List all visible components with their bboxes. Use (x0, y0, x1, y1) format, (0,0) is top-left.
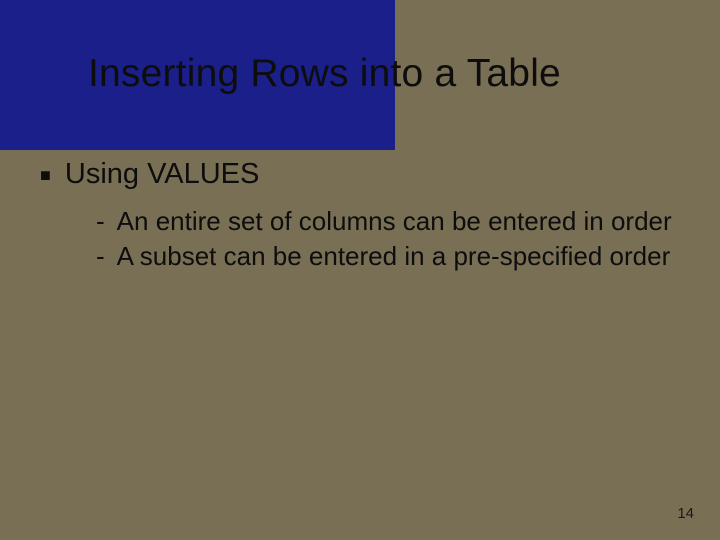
sub-bullet-item: - A subset can be entered in a pre-speci… (96, 240, 680, 273)
page-number: 14 (677, 505, 694, 522)
dash-bullet-icon: - (96, 205, 105, 238)
sub-bullet-list: - An entire set of columns can be entere… (96, 205, 680, 272)
bullet-text: Using VALUES (65, 158, 260, 191)
sub-bullet-item: - An entire set of columns can be entere… (96, 205, 680, 238)
sub-bullet-text: An entire set of columns can be entered … (117, 205, 672, 238)
sub-bullet-text: A subset can be entered in a pre-specifi… (117, 240, 671, 273)
square-bullet-icon: ■ (40, 166, 51, 184)
dash-bullet-icon: - (96, 240, 105, 273)
slide-container: Inserting Rows into a Table ■ Using VALU… (0, 0, 720, 540)
slide-title: Inserting Rows into a Table (88, 52, 700, 96)
bullet-item: ■ Using VALUES (40, 158, 680, 191)
slide-content: ■ Using VALUES - An entire set of column… (40, 158, 680, 274)
